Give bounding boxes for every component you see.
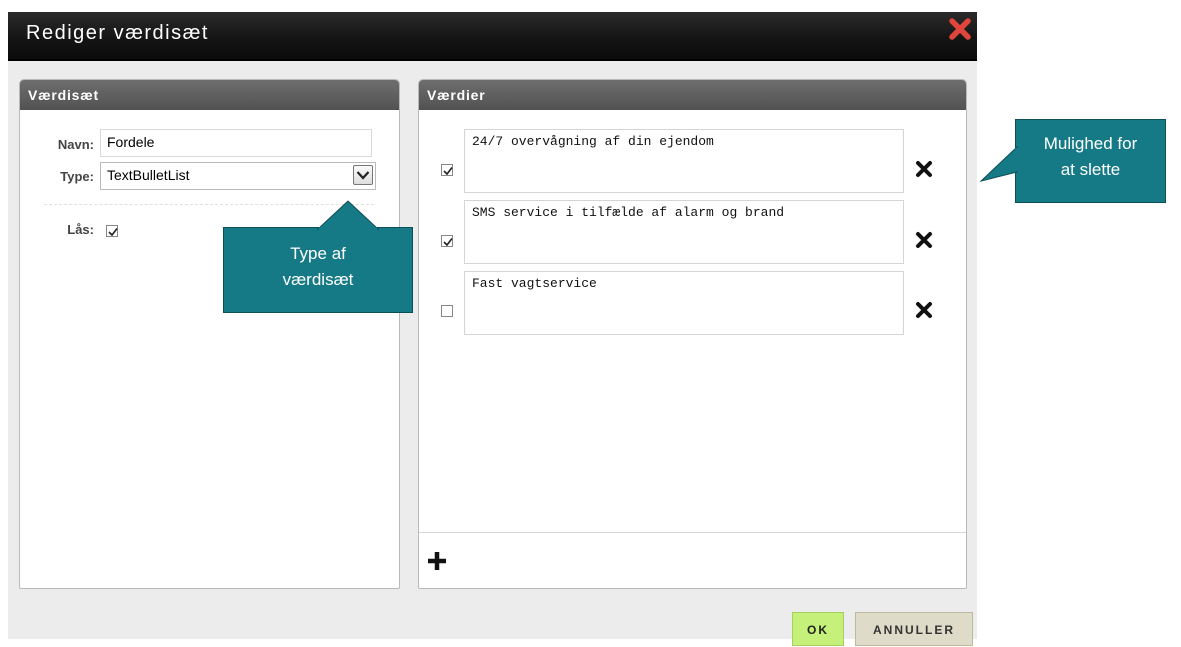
- add-value-bar: [419, 532, 966, 588]
- delete-callout: Mulighed for at slette: [979, 119, 1166, 203]
- type-select[interactable]: TextBulletList: [100, 162, 376, 190]
- callout-pointer: [316, 200, 380, 231]
- value-checkbox-2[interactable]: [441, 235, 453, 247]
- plus-icon[interactable]: [427, 551, 447, 571]
- edit-value-set-dialog: Rediger værdisæt Værdisæt Navn: Fordele …: [8, 12, 977, 646]
- ok-button[interactable]: OK: [792, 612, 844, 646]
- x-delete-icon[interactable]: [915, 160, 933, 178]
- value-text-2[interactable]: SMS service i tilfælde af alarm og brand: [464, 200, 904, 264]
- lock-checkbox[interactable]: [106, 225, 118, 237]
- delete-callout-line-2: at slette: [1060, 160, 1121, 179]
- name-label: Navn:: [57, 137, 94, 152]
- value-checkbox-3[interactable]: [441, 305, 453, 317]
- values-panel: Værdier 24/7 overvågning af din ejendom …: [418, 79, 967, 589]
- titlebar-separator: [8, 59, 977, 61]
- value-set-panel: Værdisæt Navn: Fordele Type: TextBulletL…: [19, 79, 400, 589]
- chevron-down-icon[interactable]: [353, 165, 373, 185]
- dialog-titlebar: Rediger værdisæt: [8, 12, 977, 61]
- close-x-icon[interactable]: [949, 18, 971, 40]
- type-label: Type:: [60, 169, 94, 184]
- x-delete-icon[interactable]: [915, 301, 933, 319]
- callout-pointer: [979, 145, 1019, 182]
- checkmark-icon: [443, 167, 453, 176]
- checkmark-icon: [108, 228, 118, 237]
- checkmark-icon: [443, 238, 453, 247]
- value-checkbox-1[interactable]: [441, 164, 453, 176]
- value-text-1[interactable]: 24/7 overvågning af din ejendom: [464, 129, 904, 193]
- value-text-3[interactable]: Fast vagtservice: [464, 271, 904, 335]
- delete-callout-line-1: Mulighed for: [1043, 134, 1138, 153]
- values-panel-heading: Værdier: [419, 80, 966, 110]
- type-callout: Type af værdisæt: [223, 200, 413, 313]
- dialog-title: Rediger værdisæt: [26, 22, 209, 44]
- lock-label: Lås:: [67, 222, 94, 237]
- value-set-panel-heading: Værdisæt: [20, 80, 399, 110]
- name-input[interactable]: Fordele: [100, 129, 372, 157]
- type-callout-line-2: værdisæt: [282, 270, 354, 289]
- type-callout-line-1: Type af: [290, 244, 346, 263]
- type-select-value: TextBulletList: [107, 167, 190, 183]
- x-delete-icon[interactable]: [915, 231, 933, 249]
- cancel-button[interactable]: ANNULLER: [855, 612, 973, 646]
